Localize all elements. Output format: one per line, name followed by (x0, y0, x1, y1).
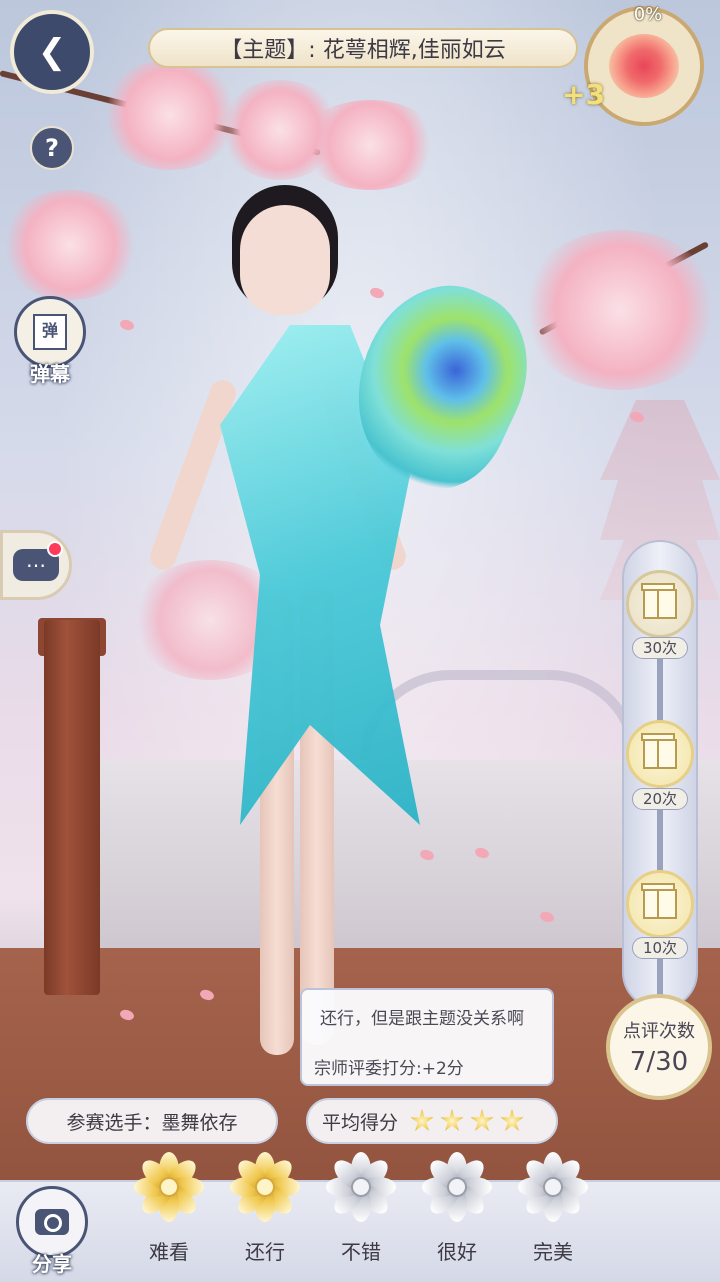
rating-label: 很好 (437, 1240, 477, 1264)
review-count-badge: 点评次数 7/30 (606, 994, 712, 1100)
chat-button[interactable]: … (0, 530, 72, 600)
star-icon (440, 1109, 464, 1131)
theme-banner: 【主题】: 花萼相辉,佳丽如云 (148, 28, 578, 68)
character-model (146, 197, 555, 1085)
average-score-label: 平均得分 (322, 1111, 399, 1134)
rating-label: 难看 (149, 1240, 189, 1264)
blossom-cluster (300, 100, 440, 190)
flower-icon (351, 1177, 371, 1197)
judge-score-text: 宗师评委打分:+2分 (314, 1059, 464, 1079)
player-name: 参赛选手：墨舞依存 (66, 1111, 238, 1134)
gift-icon (641, 883, 677, 919)
rating-label: 还行 (245, 1240, 285, 1264)
reward-count-label: 20次 (632, 788, 688, 810)
camera-icon (35, 1209, 69, 1235)
back-arrow-icon: ❮ (37, 32, 67, 72)
star-icon (470, 1109, 494, 1131)
blossom-cluster (520, 230, 720, 390)
rail-post (44, 620, 100, 995)
flower-icon (159, 1177, 179, 1197)
rating-label: 完美 (533, 1240, 573, 1264)
rating-button-3[interactable] (324, 1150, 398, 1224)
rating-button-5[interactable] (516, 1150, 590, 1224)
rating-button-2[interactable] (228, 1150, 302, 1224)
question-icon: ? (45, 134, 59, 162)
reward-gift-10[interactable] (626, 870, 694, 938)
rating-button-4[interactable] (420, 1150, 494, 1224)
rating-button-1[interactable] (132, 1150, 206, 1224)
reward-gift-20[interactable] (626, 720, 694, 788)
judge-comment-box: 还行，但是跟主题没关系啊 宗师评委打分:+2分 (300, 988, 554, 1086)
gift-icon (641, 733, 677, 769)
notification-dot (47, 541, 63, 557)
flower-icon (543, 1177, 563, 1197)
review-count-title: 点评次数 (623, 1021, 695, 1042)
back-button[interactable]: ❮ (10, 10, 94, 94)
blossom-cluster (0, 190, 140, 300)
rose-icon (609, 34, 679, 98)
bonus-points: +3 (562, 78, 605, 111)
blossom-cluster (100, 60, 240, 170)
help-button[interactable]: ? (30, 126, 74, 170)
reward-count-label: 30次 (632, 637, 688, 659)
danmu-icon: 弹 (33, 314, 67, 350)
flower-icon (447, 1177, 467, 1197)
review-count-value: 7/30 (629, 1047, 689, 1077)
star-icon (410, 1109, 434, 1131)
flower-icon (255, 1177, 275, 1197)
character-head (240, 205, 330, 315)
gift-icon (641, 583, 677, 619)
reward-gift-30[interactable] (626, 570, 694, 638)
average-score-pill: 平均得分 (306, 1098, 558, 1144)
average-stars (404, 1109, 524, 1133)
progress-percent: 0% (633, 4, 663, 25)
star-icon (500, 1109, 524, 1131)
reward-count-label: 10次 (632, 937, 688, 959)
player-name-pill: 参赛选手：墨舞依存 (26, 1098, 278, 1144)
share-label: 分享 (32, 1252, 72, 1276)
judge-comment-text: 还行，但是跟主题没关系啊 (320, 1009, 524, 1029)
danmu-label: 弹幕 (30, 362, 70, 386)
rating-label: 不错 (341, 1240, 381, 1264)
